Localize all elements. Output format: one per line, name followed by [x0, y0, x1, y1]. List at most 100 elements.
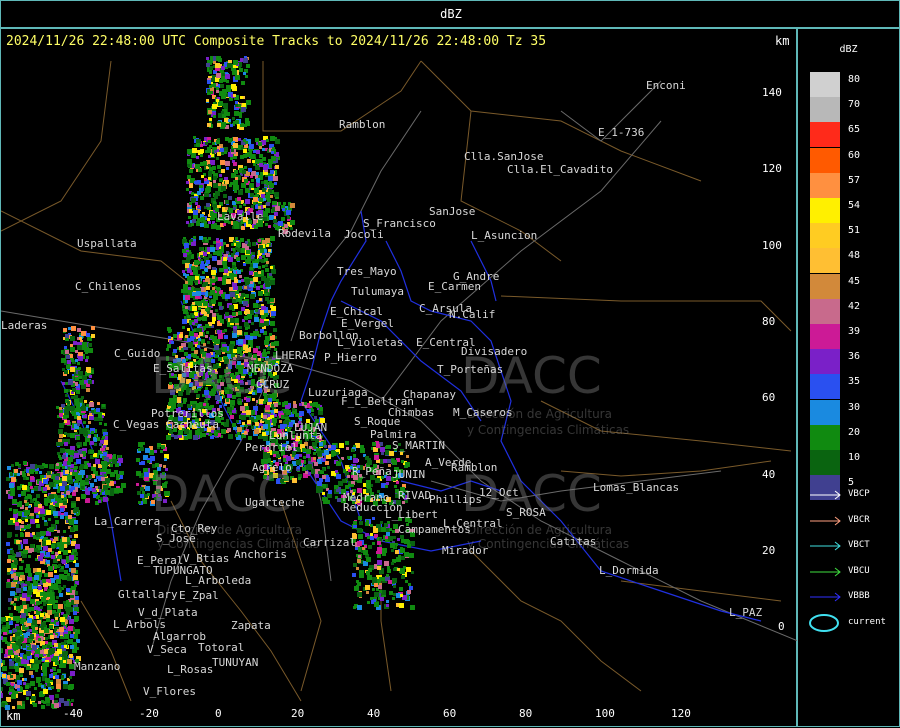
legend-label-48: 48 — [848, 250, 861, 262]
track-arrow-icon-vbbb — [810, 592, 841, 602]
place-label: Manzano — [74, 660, 121, 673]
place-label: L_PAZ — [729, 606, 763, 619]
watermark-logo-2: DACC — [151, 347, 292, 405]
place-label: R_Peña — [352, 465, 392, 478]
place-label: Perdriel — [245, 441, 298, 454]
place-label: P_Hierro — [324, 351, 377, 364]
place-label: L_Arboleda — [185, 574, 252, 587]
place-label: 12_Oct — [479, 486, 519, 499]
legend-swatch-20 — [810, 424, 840, 450]
x-tick-label: 80 — [519, 707, 533, 720]
place-label: Lomas_Blancas — [593, 481, 680, 494]
y-tick-label: 40 — [762, 467, 776, 481]
place-label: Gltallary — [118, 588, 178, 601]
place-label: C_Vegas — [113, 418, 160, 431]
place-label: LHERAS — [275, 349, 315, 362]
place-label: E_Salitas — [153, 362, 213, 375]
legend-label-45: 45 — [848, 275, 861, 287]
legend-swatch-57 — [810, 172, 840, 198]
place-label: L_Violetas — [337, 336, 404, 349]
place-label: S_MARTIN — [392, 439, 445, 452]
place-label: JUNIN — [392, 468, 426, 481]
place-label: S_ROSA — [506, 506, 546, 519]
track-label-vbcr: VBCR — [848, 514, 870, 525]
place-label: Lavalle — [217, 210, 264, 223]
place-label: Ugarteche — [245, 496, 305, 509]
place-label: Tulumaya — [351, 285, 404, 298]
place-label: Zapata — [231, 619, 271, 632]
place-label: L_Dormida — [599, 564, 659, 577]
place-label: V_Seca — [147, 643, 187, 656]
place-label: N.Calif — [449, 308, 496, 321]
current-label: current — [848, 616, 886, 627]
place-label: Divisadero — [461, 345, 528, 358]
watermark-sub-1b: y Contingencias Climáticas — [467, 423, 630, 437]
place-label: Laderas — [1, 319, 48, 332]
legend-swatch-35 — [810, 374, 840, 400]
place-label: Carrizal — [303, 536, 356, 549]
legend-swatch-39 — [810, 324, 840, 349]
place-label: TUNUYAN — [212, 656, 259, 669]
place-label: Enconi — [646, 79, 686, 92]
track-label-vbcp: VBCP — [848, 489, 870, 499]
legend-swatch-70 — [810, 97, 840, 123]
legend-swatch-60 — [810, 147, 840, 173]
place-label: MENDOZA — [247, 362, 294, 375]
title-bar: dBZ — [0, 0, 900, 28]
place-label: Clla.SanJose — [464, 150, 544, 163]
place-label: Uspallata — [77, 237, 137, 250]
place-label: E_Zpal — [179, 589, 219, 602]
composite-tracks-header: 2024/11/26 22:48:00 UTC Composite Tracks… — [6, 34, 547, 49]
legend-label-10: 10 — [848, 452, 861, 463]
x-tick-label: 40 — [367, 707, 381, 720]
place-label: Phillips — [429, 493, 482, 506]
radar-map-panel[interactable]: DACC Dirección de Agricultura y Continge… — [0, 28, 798, 727]
legend-label-51: 51 — [848, 225, 861, 237]
place-label: Jocoli — [344, 228, 384, 241]
place-label: RIVAD — [398, 489, 432, 502]
place-label: L_Asuncion — [471, 229, 538, 242]
place-label: Anchoris — [234, 548, 287, 561]
place-label: S_Roque — [354, 415, 401, 428]
x-tick-label: 0 — [215, 707, 222, 720]
legend-swatch-42 — [810, 298, 840, 324]
y-tick-label: 80 — [762, 314, 776, 328]
legend-label-39: 39 — [848, 326, 861, 337]
legend-swatch-48 — [810, 248, 840, 274]
place-label: E_Carmen — [428, 280, 481, 293]
x-tick-label: 60 — [443, 707, 457, 720]
place-label: Ramblon — [451, 461, 498, 474]
place-label: L_Rosas — [167, 663, 214, 676]
y-tick-label: 140 — [762, 86, 782, 99]
place-label: Catitas — [550, 535, 597, 548]
place-label: C_Guido — [114, 347, 161, 360]
legend-label-35: 35 — [848, 376, 861, 388]
watermark-sub-3b: y Contingencias Climáticas — [467, 537, 630, 551]
track-label-vbct: VBCT — [848, 540, 870, 550]
legend-label-70: 70 — [848, 99, 861, 111]
y-tick-label: 20 — [762, 543, 776, 557]
place-label: S_Jose — [156, 532, 196, 545]
legend-label-42: 42 — [848, 300, 861, 312]
place-label: Mirador — [442, 544, 489, 557]
track-label-vbbb: VBBB — [848, 591, 870, 601]
place-label: T_Porteñas — [437, 363, 504, 376]
place-label: GCRUZ — [256, 378, 290, 391]
roads — [1, 80, 798, 652]
place-label: Rodevila — [278, 227, 331, 240]
window-title: dBZ — [440, 7, 462, 21]
legend-label-80: 80 — [848, 74, 861, 85]
place-label: Tres_Mayo — [337, 265, 397, 278]
track-arrow-icon-vbcp — [810, 490, 841, 500]
place-label: E_1-736 — [598, 126, 645, 139]
legend-swatch-80 — [810, 72, 840, 97]
track-arrow-icon-vbcu — [810, 567, 841, 576]
legend-label-36: 36 — [848, 351, 861, 363]
legend-label-54: 54 — [848, 200, 861, 211]
place-label: Agrelo — [252, 461, 292, 474]
legend-swatch-51 — [810, 223, 840, 249]
track-label-vbcu: VBCU — [848, 565, 870, 576]
place-label: V_Flores — [143, 685, 196, 698]
legend-label-5: 5 — [848, 477, 855, 489]
x-tick-label: -40 — [63, 707, 83, 720]
